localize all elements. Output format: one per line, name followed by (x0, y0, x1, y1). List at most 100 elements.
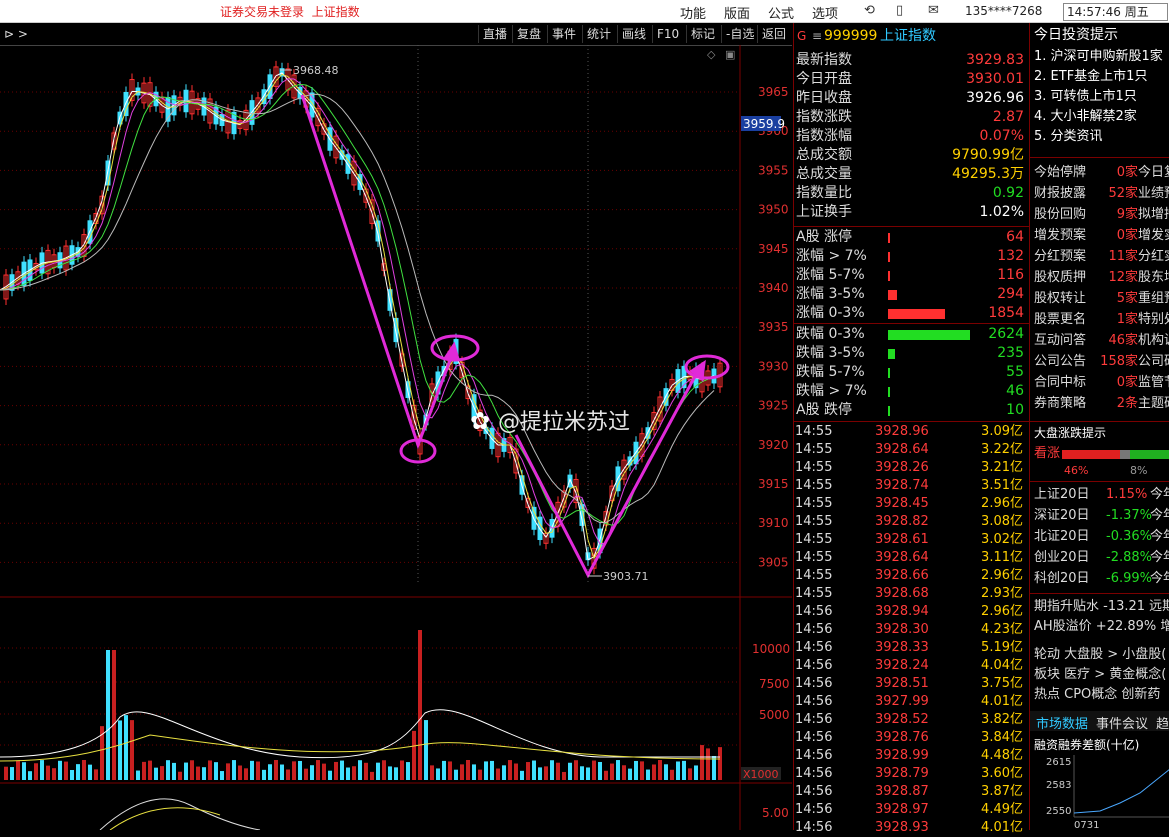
account-label[interactable]: 135****7268 (965, 4, 1042, 18)
quote-value: 2.87 (992, 109, 1024, 125)
diamond-icon[interactable]: ◇ (707, 48, 716, 61)
menu-layout[interactable]: 版面 (724, 3, 750, 22)
perf-extra: 今年 (1150, 529, 1169, 544)
quote-value: 49295.3万 (952, 166, 1024, 182)
tick-time: 14:56 (795, 784, 833, 799)
btn-mark[interactable]: 标记 (686, 25, 719, 43)
tick-row: 14:56 3928.52 3.82亿 (795, 711, 1025, 729)
btn-draw[interactable]: 画线 (617, 25, 650, 43)
quote-row: 昨日收盘 3926.96 (796, 89, 1026, 108)
quote-value: 3929.83 (966, 52, 1024, 68)
breadth-value: 64 (1006, 229, 1024, 245)
stat-row[interactable]: 股票更名 1家特别处 (1034, 310, 1169, 330)
tick-amount: 3.51亿 (981, 478, 1023, 493)
refresh-icon[interactable]: ⟲ (864, 3, 875, 18)
btn-event[interactable]: 事件 (547, 25, 580, 43)
stat-label: 增发预案 (1034, 228, 1087, 243)
volume-bar (232, 760, 236, 780)
tab-trend[interactable]: 趋 (1156, 713, 1169, 732)
breadth-label: 跌幅 0-3% (796, 326, 865, 342)
menu-function[interactable]: 功能 (680, 3, 706, 22)
tab-events[interactable]: 事件会议 (1096, 713, 1148, 732)
volume-bar (358, 760, 362, 780)
tick-amount: 3.84亿 (981, 730, 1023, 745)
volume-bar (406, 762, 410, 780)
volume-bar (226, 763, 230, 780)
tip-item[interactable]: 5. 分类资讯 (1034, 127, 1169, 147)
stat-row[interactable]: 股份回购 9家拟增持 (1034, 205, 1169, 225)
tick-time: 14:56 (795, 622, 833, 637)
volume-bar (424, 720, 428, 780)
btn-live[interactable]: 直播 (478, 25, 511, 43)
chart-canvas[interactable]: 3968.48 3903.71 396539603955395039453940… (0, 45, 792, 831)
tick-row: 14:56 3928.33 5.19亿 (795, 639, 1025, 657)
stat-row[interactable]: 股权转让 5家重组预 (1034, 289, 1169, 309)
tip-item[interactable]: 4. 大小非解禁2家 (1034, 107, 1169, 127)
stat-row[interactable]: 财报披露 52家业绩预 (1034, 184, 1169, 204)
volume-bar (514, 763, 518, 780)
breadth-row: 涨幅 0-3% 1854 (796, 304, 1026, 323)
stat-extra: 拟增持 (1138, 207, 1169, 222)
menu-icon[interactable]: ≡ (812, 25, 822, 47)
btn-stats[interactable]: 统计 (582, 25, 615, 43)
kline-chart[interactable]: 3968.48 3903.71 3965 3960 3955 3950 3945 3940… (0, 45, 792, 831)
btn-back[interactable]: 返回 (757, 25, 790, 43)
volume-bar (250, 760, 254, 780)
price-axis-label: 3965 (758, 85, 789, 99)
tip-item[interactable]: 1. 沪深可申购新股1家 (1034, 47, 1169, 67)
stat-row[interactable]: 互动问答 46家机构调 (1034, 331, 1169, 351)
breadth-label: 跌幅 3-5% (796, 345, 865, 361)
volume-bar (136, 770, 140, 780)
tick-row: 14:55 3928.64 3.22亿 (795, 441, 1025, 459)
title-index-name: 上证指数 (311, 5, 360, 19)
tick-price: 3928.74 (875, 478, 929, 493)
stat-row[interactable]: 券商策略 2条主题研 (1034, 394, 1169, 414)
login-warning[interactable]: 证券交易未登录 上证指数 (220, 3, 360, 20)
stat-row[interactable]: 股权质押 12家股东增 (1034, 268, 1169, 288)
volume-bar (478, 769, 482, 780)
tab-market-data[interactable]: 市场数据 (1036, 713, 1088, 732)
stat-row[interactable]: 合同中标 0家监管节 (1034, 373, 1169, 393)
volume-bar (274, 760, 278, 780)
perf-value: -1.37% (1106, 508, 1152, 523)
window-icon[interactable]: ▣ (725, 48, 735, 61)
tip-item[interactable]: 3. 可转债上市1只 (1034, 87, 1169, 107)
volume-bar (718, 747, 722, 780)
menu-options[interactable]: 选项 (812, 3, 838, 22)
tick-row: 14:56 3928.93 4.01亿 (795, 819, 1025, 837)
volume-bar (604, 770, 608, 780)
stat-row[interactable]: 公司公告 158家公司研 (1034, 352, 1169, 372)
tick-row: 14:56 3928.94 2.96亿 (795, 603, 1025, 621)
perf-label: 深证20日 (1034, 508, 1090, 523)
stat-row[interactable]: 分红预案 11家分红实 (1034, 247, 1169, 267)
nav-arrow[interactable]: ⊳ > (0, 25, 32, 43)
volume-bar (670, 769, 674, 780)
volume-bar (640, 761, 644, 780)
stat-row[interactable]: 今始停牌 0家今日复 (1034, 163, 1169, 183)
tip-item[interactable]: 2. ETF基金上市1只 (1034, 67, 1169, 87)
annotation-arrow-path (514, 366, 702, 579)
tick-row: 14:56 3928.24 4.04亿 (795, 657, 1025, 675)
stat-row[interactable]: 增发预案 0家增发实 (1034, 226, 1169, 246)
volume-bar (316, 760, 320, 780)
tick-amount: 4.49亿 (981, 802, 1023, 817)
btn-replay[interactable]: 复盘 (512, 25, 545, 43)
margin-axis-top: 2615 (1046, 757, 1071, 768)
tick-row: 14:56 3928.99 4.48亿 (795, 747, 1025, 765)
perf-extra: 今年 (1150, 508, 1169, 523)
perf-label: 创业20日 (1034, 550, 1090, 565)
group-badge-icon[interactable]: G (797, 25, 806, 47)
btn-f10[interactable]: F10 (652, 25, 683, 43)
tick-amount: 4.23亿 (981, 622, 1023, 637)
volume-bar (370, 771, 374, 780)
breadth-row: 涨幅 > 7% 132 (796, 247, 1026, 266)
info-title: 今日投资提示 (1034, 27, 1118, 43)
market-title: 大盘涨跌提示 (1034, 426, 1107, 440)
volume-bar (304, 768, 308, 780)
tick-row: 14:56 3927.99 4.01亿 (795, 693, 1025, 711)
mail-icon[interactable]: ✉ (928, 3, 939, 18)
menu-formula[interactable]: 公式 (768, 3, 794, 22)
phone-icon[interactable]: ▯ (896, 3, 903, 18)
btn-remove-watch[interactable]: -自选 (721, 25, 758, 43)
tick-price: 3928.52 (875, 712, 929, 727)
